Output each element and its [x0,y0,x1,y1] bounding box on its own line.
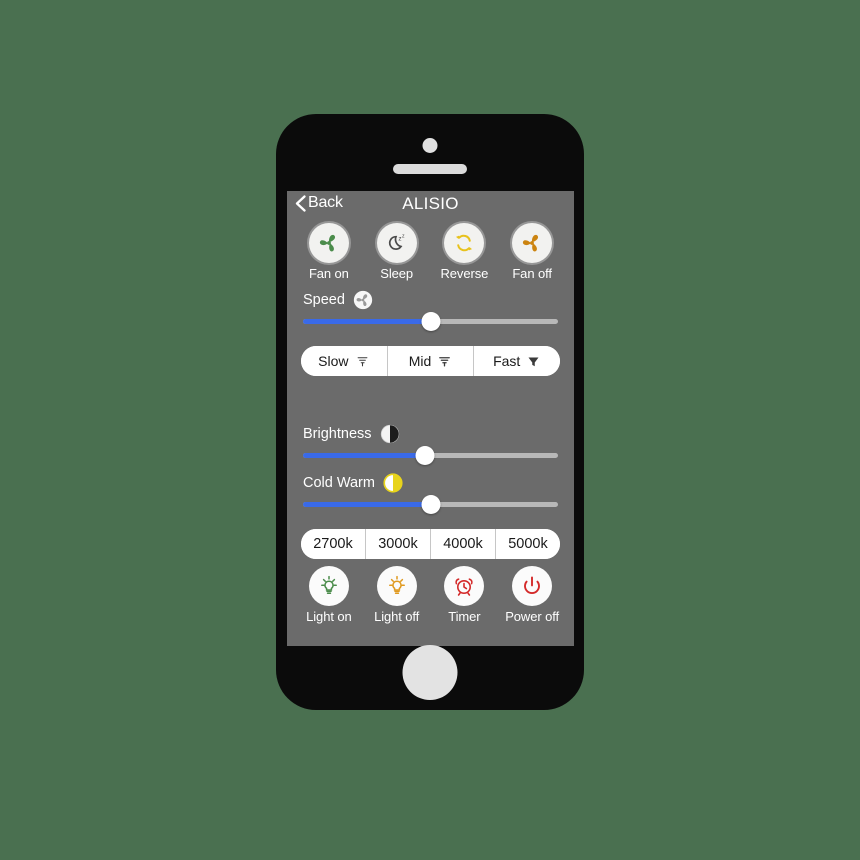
wind-medium-icon [437,354,452,369]
speed-control: Speed [287,288,574,331]
brightness-slider-thumb[interactable] [415,445,435,465]
color-temp-5000k-label: 5000k [508,536,548,552]
bulb-off-icon [376,566,417,606]
speed-header: Speed [303,288,558,312]
light-on-button[interactable]: Light on [298,566,360,624]
home-button[interactable] [402,645,458,700]
reverse-button[interactable]: Reverse [433,223,495,281]
light-off-button[interactable]: Light off [366,566,428,624]
color-temp-4000k-label: 4000k [443,536,483,552]
color-temp-2700k-label: 2700k [313,536,353,552]
fan-icon [308,223,349,263]
brightness-header: Brightness [303,422,558,446]
fan-controls-row: Fan on z z Sleep Reverse Fan off [287,223,574,281]
power-off-label: Power off [505,609,560,624]
speed-preset-mid[interactable]: Mid [387,346,475,376]
cold-warm-label: Cold Warm [303,475,375,491]
speed-preset-fast[interactable]: Fast [474,346,560,376]
camera-dot [422,138,438,153]
half-circle-icon [380,424,400,444]
phone-screen: Back ALISIO Fan on z z Sleep Reverse Fan… [287,191,574,646]
brightness-control: Brightness [287,422,574,465]
reverse-label: Reverse [440,266,489,281]
color-temp-2700k[interactable]: 2700k [301,529,366,559]
speed-track-fill [303,318,431,324]
fan-on-button[interactable]: Fan on [298,223,360,281]
speed-slider-thumb[interactable] [421,311,440,331]
speed-preset-group: Slow Mid Fast [287,346,574,376]
sleep-button[interactable]: z z Sleep [366,223,428,281]
cold-warm-slider-thumb[interactable] [421,494,440,514]
earpiece-speaker [393,164,467,174]
fan-icon [353,290,373,310]
navigation-bar: Back ALISIO [287,191,574,223]
light-off-label: Light off [374,609,420,624]
color-temp-4000k[interactable]: 4000k [431,529,496,559]
fan-on-label: Fan on [308,266,349,281]
wind-strong-icon [526,354,541,369]
light-on-label: Light on [306,609,352,624]
speed-label: Speed [303,292,345,308]
bulb-on-icon [308,566,349,606]
power-icon [512,566,553,606]
cold-warm-track-fill [303,501,431,507]
phone-frame: Back ALISIO Fan on z z Sleep Reverse Fan… [276,114,584,710]
color-temperature-group: 2700k 3000k 4000k 5000k [287,529,574,559]
sleep-label: Sleep [380,266,413,281]
page-title: ALISIO [402,194,459,213]
fan-off-button[interactable]: Fan off [501,223,563,281]
speed-preset-slow-label: Slow [318,353,349,369]
brightness-label: Brightness [303,426,372,442]
svg-text:z: z [402,234,405,240]
speed-preset-fast-label: Fast [493,353,521,369]
moon-zzz-icon: z z [376,223,417,263]
power-off-button[interactable]: Power off [501,566,563,624]
timer-button[interactable]: Timer [433,566,495,624]
timer-label: Timer [448,609,481,624]
speed-preset-slow[interactable]: Slow [301,346,388,376]
color-temp-5000k[interactable]: 5000k [496,529,560,559]
alarm-clock-icon [444,566,485,606]
color-temp-3000k[interactable]: 3000k [366,529,431,559]
speed-slider[interactable] [303,311,558,331]
fan-off-label: Fan off [512,266,552,281]
page-root: Back ALISIO Fan on z z Sleep Reverse Fan… [0,0,860,860]
light-controls-row: Light on Light off Timer Power off [287,566,574,624]
fan-icon [512,223,553,263]
color-temperature-segmented-control: 2700k 3000k 4000k 5000k [301,529,560,559]
refresh-loop-icon [444,223,485,263]
speed-segmented-control: Slow Mid Fast [301,346,560,376]
cold-warm-slider[interactable] [303,494,558,514]
speed-preset-mid-label: Mid [408,353,432,369]
brightness-slider[interactable] [303,445,558,465]
cold-warm-control: Cold Warm [287,471,574,514]
color-temp-3000k-label: 3000k [378,536,418,552]
brightness-track-fill [303,452,426,458]
cold-warm-header: Cold Warm [303,471,558,495]
wind-light-icon [355,354,370,369]
half-circle-warm-icon [383,473,403,493]
